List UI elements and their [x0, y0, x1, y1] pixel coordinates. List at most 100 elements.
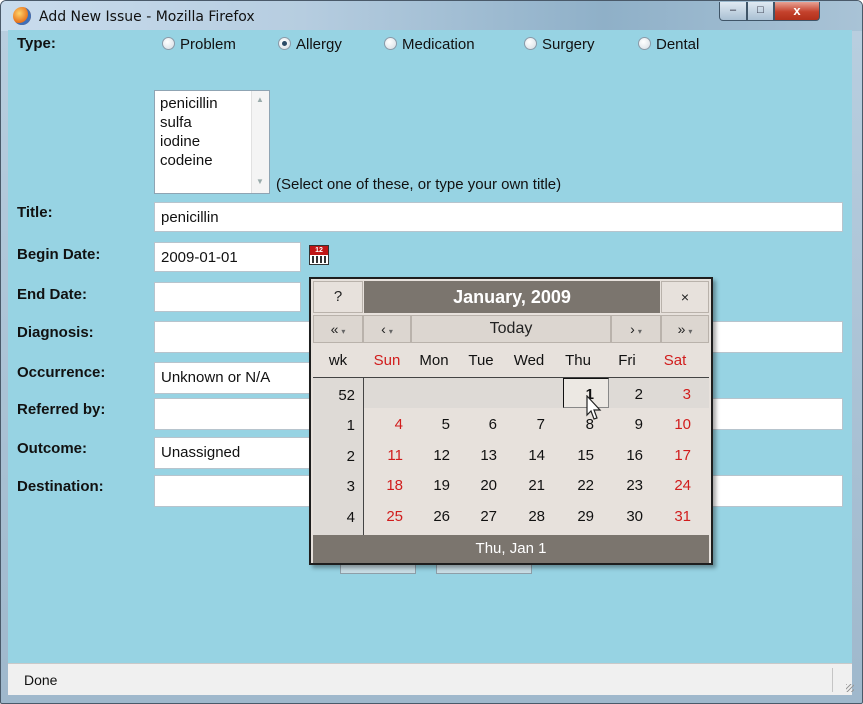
calendar-day[interactable]: 2	[603, 386, 643, 403]
today-button[interactable]: Today	[411, 315, 611, 343]
calendar-day[interactable]: 30	[603, 508, 643, 525]
destination-label: Destination:	[17, 478, 104, 495]
occurrence-label: Occurrence:	[17, 364, 106, 381]
radio-allergy[interactable]: Allergy	[278, 36, 342, 53]
radio-dot-icon	[162, 37, 175, 50]
day-header: Sun	[373, 352, 401, 369]
calendar-day[interactable]: 13	[457, 447, 497, 464]
calendar-status: Thu, Jan 1	[313, 535, 709, 563]
week-number: 52	[338, 387, 355, 404]
outcome-label: Outcome:	[17, 440, 88, 457]
list-item[interactable]: iodine	[160, 133, 200, 150]
calendar-day[interactable]: 25	[363, 508, 403, 525]
calendar-day[interactable]: 6	[457, 416, 497, 433]
calendar-day[interactable]: 12	[410, 447, 450, 464]
dropdown-icon: ▾	[388, 327, 393, 336]
radio-medication[interactable]: Medication	[384, 36, 475, 53]
calendar-day[interactable]: 29	[554, 508, 594, 525]
calendar-day[interactable]: 4	[363, 416, 403, 433]
calendar-day[interactable]: 24	[651, 477, 691, 494]
next-month-button[interactable]: › ▾	[611, 315, 661, 343]
title-choices-hint: (Select one of these, or type your own t…	[276, 176, 562, 193]
mouse-cursor-icon	[586, 395, 602, 420]
calendar-button[interactable]: 12	[309, 245, 329, 265]
close-button[interactable]: x	[774, 2, 820, 21]
radio-dental[interactable]: Dental	[638, 36, 699, 53]
day-header: Sat	[663, 352, 687, 369]
radio-dot-icon	[524, 37, 537, 50]
list-scrollbar[interactable]: ▲ ▼	[251, 91, 269, 193]
hidden-button-edge[interactable]	[436, 564, 532, 574]
calendar-day[interactable]: 27	[457, 508, 497, 525]
begin-date-label: Begin Date:	[17, 246, 101, 263]
list-item[interactable]: codeine	[160, 152, 213, 169]
calendar-day[interactable]: 15	[554, 447, 594, 464]
title-choices-list[interactable]: penicillin sulfa iodine codeine ▲ ▼	[154, 90, 270, 194]
end-date-input[interactable]	[154, 282, 301, 312]
minimize-button[interactable]: –	[719, 2, 747, 21]
prev-month-button[interactable]: ‹ ▾	[363, 315, 411, 343]
week-number: 3	[346, 478, 355, 495]
prev-year-button[interactable]: «▾	[313, 315, 363, 343]
week-header: wk	[328, 352, 348, 369]
week-number-column: 52 1 2 3 4	[313, 378, 364, 535]
browser-status-bar: Done	[8, 663, 854, 695]
type-label: Type:	[17, 35, 56, 52]
radio-dot-icon	[638, 37, 651, 50]
calendar-day[interactable]: 23	[603, 477, 643, 494]
radio-surgery[interactable]: Surgery	[524, 36, 595, 53]
radio-dot-selected-icon	[278, 37, 291, 50]
title-label: Title:	[17, 204, 53, 221]
calendar-day[interactable]: 14	[505, 447, 545, 464]
calendar-day[interactable]: 16	[603, 447, 643, 464]
calendar-month-title[interactable]: January, 2009	[364, 281, 660, 313]
calendar-day[interactable]: 11	[363, 447, 403, 464]
status-text: Done	[24, 672, 58, 688]
scroll-up-icon[interactable]: ▲	[256, 95, 264, 104]
title-input[interactable]	[154, 202, 843, 232]
list-item[interactable]: sulfa	[160, 114, 192, 131]
end-date-label: End Date:	[17, 286, 88, 303]
list-item[interactable]: penicillin	[160, 95, 218, 112]
calendar-day[interactable]: 7	[505, 416, 545, 433]
calendar-day[interactable]: 3	[651, 386, 691, 403]
resize-grip-icon[interactable]	[846, 684, 854, 692]
radio-problem[interactable]: Problem	[162, 36, 236, 53]
week-number: 1	[346, 417, 355, 434]
calendar-close-button[interactable]: ×	[661, 281, 709, 313]
calendar-day[interactable]: 20	[457, 477, 497, 494]
day-header: Mon	[419, 352, 449, 369]
maximize-button[interactable]: □	[747, 2, 774, 21]
occurrence-select[interactable]: Unknown or N/A	[154, 362, 324, 394]
hidden-button-edge[interactable]	[340, 564, 416, 574]
scroll-down-icon[interactable]: ▼	[256, 177, 264, 186]
dropdown-icon: ▾	[341, 327, 346, 336]
calendar-day[interactable]: 5	[410, 416, 450, 433]
calendar-day[interactable]: 9	[603, 416, 643, 433]
window-title: Add New Issue - Mozilla Firefox	[39, 9, 255, 25]
firefox-icon	[13, 7, 31, 25]
calendar-nav: «▾ ‹ ▾ Today › ▾ » ▾	[313, 315, 709, 343]
calendar-day[interactable]: 26	[410, 508, 450, 525]
calendar-day[interactable]: 19	[410, 477, 450, 494]
dropdown-icon: ▾	[637, 327, 642, 336]
dropdown-icon: ▾	[688, 327, 693, 336]
calendar-day-headers: wk Sun Mon Tue Wed Thu Fri Sat	[313, 345, 709, 378]
calendar-day[interactable]: 21	[505, 477, 545, 494]
outcome-select[interactable]: Unassigned	[154, 437, 324, 469]
calendar-help-button[interactable]: ?	[313, 281, 363, 313]
diagnosis-label: Diagnosis:	[17, 324, 94, 341]
title-bar[interactable]: Add New Issue - Mozilla Firefox – □ x	[1, 1, 862, 31]
calendar-day[interactable]: 28	[505, 508, 545, 525]
next-year-button[interactable]: » ▾	[661, 315, 709, 343]
day-header: Fri	[618, 352, 636, 369]
radio-dot-icon	[384, 37, 397, 50]
begin-date-input[interactable]	[154, 242, 301, 272]
week-number: 4	[346, 509, 355, 526]
calendar-day[interactable]: 17	[651, 447, 691, 464]
referred-by-label: Referred by:	[17, 401, 106, 418]
calendar-day[interactable]: 22	[554, 477, 594, 494]
calendar-day[interactable]: 18	[363, 477, 403, 494]
calendar-day[interactable]: 31	[651, 508, 691, 525]
calendar-day[interactable]: 10	[651, 416, 691, 433]
